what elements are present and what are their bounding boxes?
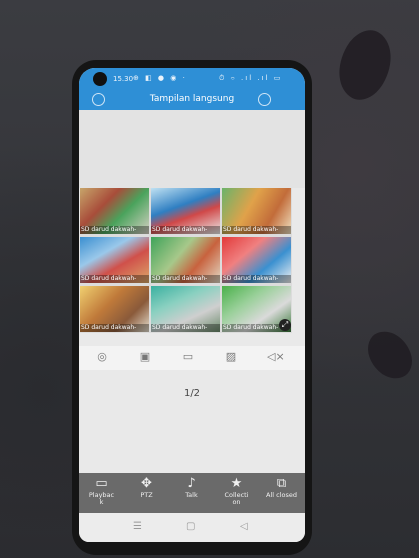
nav-label: PTZ xyxy=(140,491,153,499)
nav-label: Collecti on xyxy=(224,491,249,506)
ptz-icon: ✥ xyxy=(141,476,152,491)
nav-label: All closed xyxy=(266,491,297,499)
camera-tile[interactable]: SD darud dakwah- xyxy=(80,188,149,234)
camera-tile[interactable]: SD darud dakwah- xyxy=(222,237,291,283)
camera-tile[interactable]: SD darud dakwah- xyxy=(222,188,291,234)
fullscreen-icon[interactable]: ⤢ xyxy=(279,319,291,331)
nav-collection[interactable]: ★ Collecti on xyxy=(214,473,259,513)
system-status-icons: ⏱ ⌔ .ıl .ıl ▭ xyxy=(219,74,283,82)
camera-label: SD darud dakwah- xyxy=(222,226,291,234)
screen-icon[interactable]: ▭ xyxy=(181,351,195,363)
microphone-icon: ♪ xyxy=(187,476,196,491)
bottom-nav: ▭ Playbac k ✥ PTZ ♪ Talk ★ Collecti on ⧉… xyxy=(79,473,305,513)
camera-label: SD darud dakwah- xyxy=(151,324,220,332)
nav-label: Playbac k xyxy=(88,491,115,506)
page-indicator: 1/2 xyxy=(183,388,201,399)
notification-icons: ⊕ ◧ ● ◉ · xyxy=(133,74,187,82)
camera-tile[interactable]: SD darud dakwah- xyxy=(151,237,220,283)
gear-icon[interactable] xyxy=(258,93,271,106)
camera-tile[interactable]: SD darud dakwah- xyxy=(80,237,149,283)
camera-label: SD darud dakwah- xyxy=(80,324,149,332)
camera-label: SD darud dakwah- xyxy=(222,275,291,283)
camera-tile[interactable]: SD darud dakwah- xyxy=(151,286,220,332)
page-title: Tampilan langsung xyxy=(149,94,235,104)
empty-area xyxy=(79,110,305,188)
nav-ptz[interactable]: ✥ PTZ xyxy=(124,473,169,513)
phone-screen: 15.30 ⊕ ◧ ● ◉ · ⏱ ⌔ .ıl .ıl ▭ Tampilan l… xyxy=(79,68,305,542)
system-nav-bar: ☰ ▢ ◁ xyxy=(79,513,305,542)
front-camera xyxy=(93,72,107,86)
star-icon: ★ xyxy=(230,476,243,491)
close-all-icon: ⧉ xyxy=(276,476,287,491)
record-icon[interactable]: ▣ xyxy=(138,351,152,363)
menu-icon[interactable]: ☰ xyxy=(133,521,142,532)
camera-icon[interactable]: ◎ xyxy=(95,351,109,363)
camera-grid: SD darud dakwah- SD darud dakwah- SD dar… xyxy=(80,188,292,333)
mute-icon[interactable]: ◁× xyxy=(267,351,285,363)
playback-icon: ▭ xyxy=(95,476,108,491)
home-icon[interactable]: ▢ xyxy=(186,521,195,532)
camera-label: SD darud dakwah- xyxy=(80,226,149,234)
camera-tile[interactable]: SD darud dakwah- xyxy=(151,188,220,234)
camera-label: SD darud dakwah- xyxy=(151,226,220,234)
nav-all-closed[interactable]: ⧉ All closed xyxy=(259,473,304,513)
nav-playback[interactable]: ▭ Playbac k xyxy=(79,473,124,513)
camera-label: SD darud dakwah- xyxy=(151,275,220,283)
status-bar: 15.30 ⊕ ◧ ● ◉ · ⏱ ⌔ .ıl .ıl ▭ xyxy=(79,68,305,90)
live-toolbar: ◎ ▣ ▭ ▨ ◁× xyxy=(79,346,305,370)
nav-talk[interactable]: ♪ Talk xyxy=(169,473,214,513)
nav-label: Talk xyxy=(185,491,198,499)
camera-label: SD darud dakwah- xyxy=(80,275,149,283)
back-icon[interactable]: ◁ xyxy=(240,521,248,532)
quality-icon[interactable]: ▨ xyxy=(224,351,238,363)
camera-tile[interactable]: SD darud dakwah- xyxy=(80,286,149,332)
app-header: Tampilan langsung xyxy=(79,90,305,110)
status-time: 15.30 xyxy=(113,75,134,83)
